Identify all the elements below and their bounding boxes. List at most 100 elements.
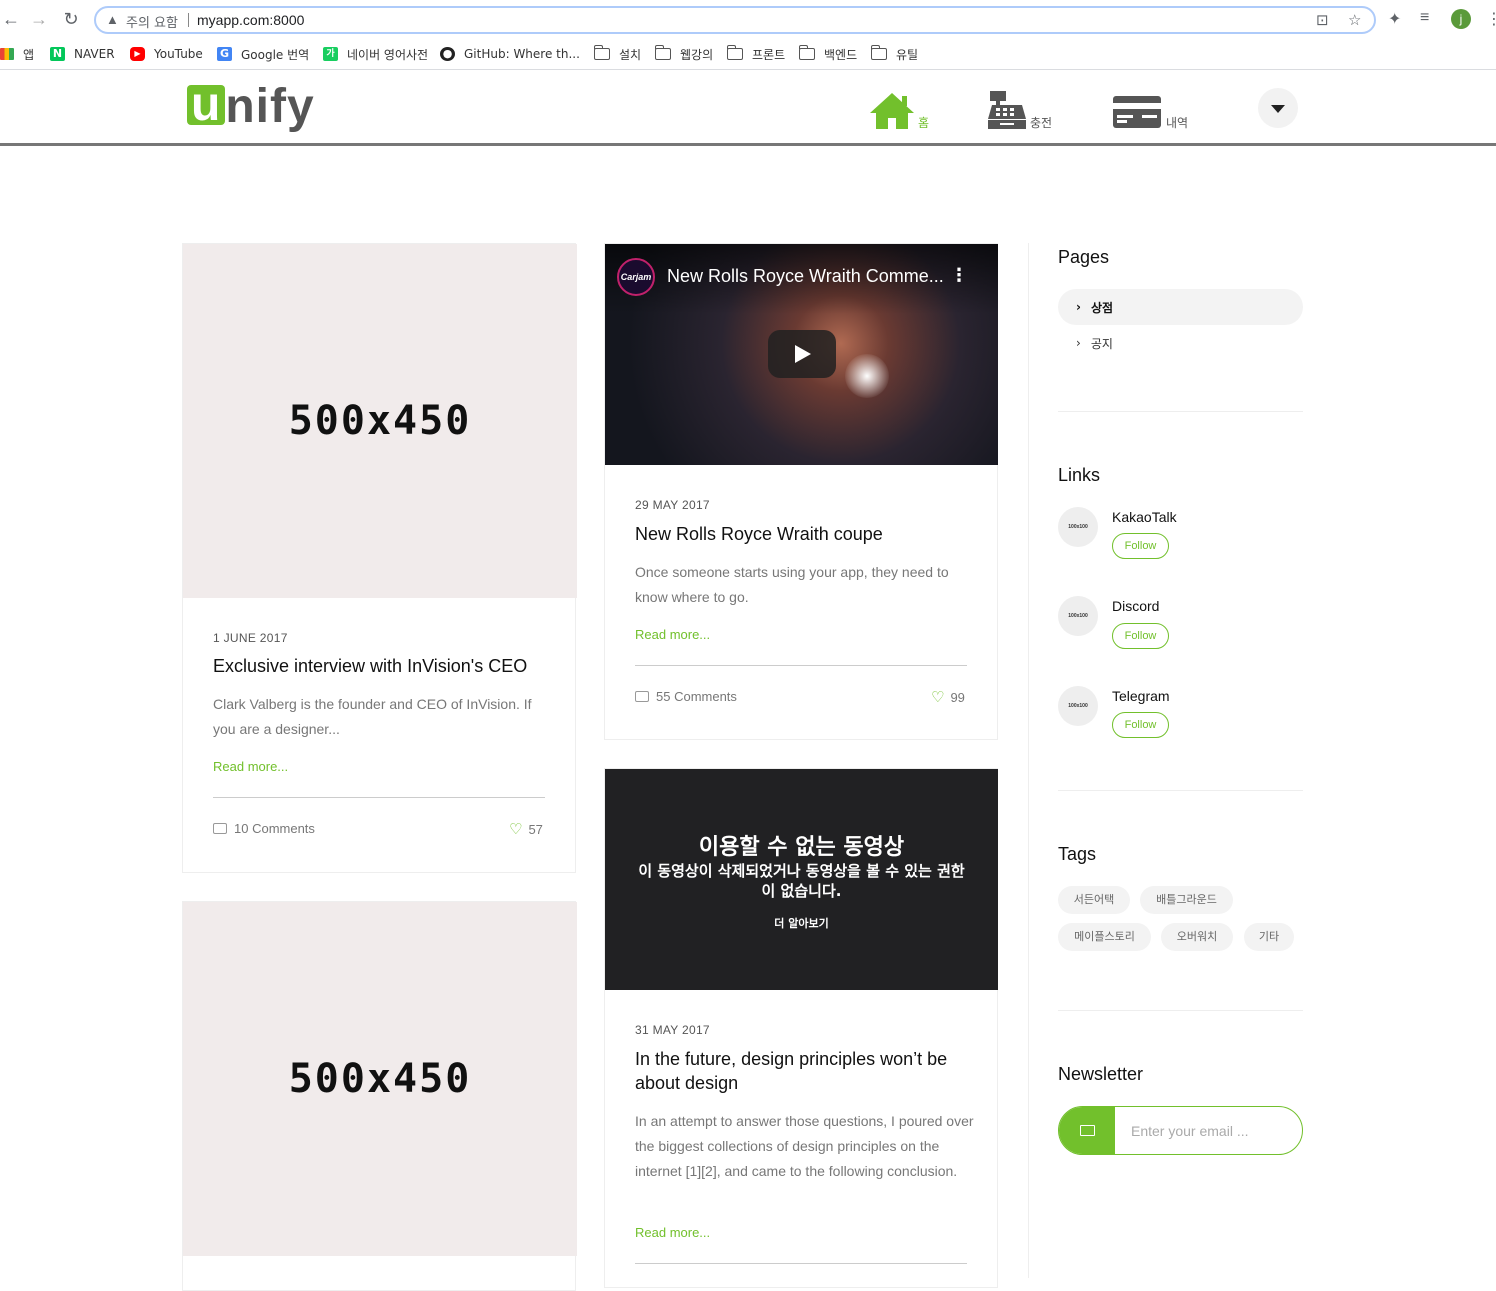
tag[interactable]: 기타 <box>1244 923 1294 951</box>
likes-button[interactable]: ♡ 57 <box>509 820 543 838</box>
bookmark-folder-backend[interactable]: 백엔드 <box>798 44 858 64</box>
envelope-icon <box>1080 1125 1095 1136</box>
divider <box>1058 1010 1303 1011</box>
bookmark-naver[interactable]: N NAVER <box>50 44 115 64</box>
nav-charge[interactable]: 충전 <box>986 87 1052 131</box>
channel-avatar[interactable]: Carjam <box>617 258 655 296</box>
newsletter-form <box>1058 1106 1303 1155</box>
address-bar[interactable]: ▲ 주의 요함 myapp.com:8000 ⊡ ☆ <box>94 6 1376 34</box>
folder-icon <box>654 45 671 60</box>
post-card: 500x450 <box>182 901 577 1291</box>
naver-icon: N <box>50 47 65 61</box>
bookmark-apps[interactable]: 앱 <box>0 44 34 64</box>
bookmark-folder-lectures[interactable]: 웹강의 <box>654 44 714 64</box>
bookmark-github[interactable]: ● GitHub: Where th... <box>440 44 580 64</box>
pages-heading: Pages <box>1058 247 1110 267</box>
translate-icon[interactable]: ⊡ <box>1316 11 1329 29</box>
post-card: 이용할 수 없는 동영상 이 동영상이 삭제되었거나 동영상을 볼 수 있는 권… <box>604 768 998 1288</box>
avatar: 100x100 <box>1058 507 1098 547</box>
post-title[interactable]: In the future, design principles won’t b… <box>635 1047 975 1095</box>
likes-count: 99 <box>950 689 965 705</box>
apps-grid-icon <box>0 48 14 60</box>
more-icon[interactable]: ⋮ <box>1486 9 1496 29</box>
link-name[interactable]: Telegram <box>1112 688 1170 704</box>
post-date: 31 MAY 2017 <box>635 1023 710 1037</box>
comments-icon <box>635 691 649 702</box>
warning-icon[interactable]: ▲ <box>106 12 119 27</box>
extensions-icon[interactable]: ✦ <box>1388 9 1401 29</box>
bookmark-google-translate[interactable]: G Google 번역 <box>217 44 309 64</box>
tags-heading: Tags <box>1058 844 1097 864</box>
post-title[interactable]: Exclusive interview with InVision's CEO <box>213 654 553 678</box>
newsletter-submit-button[interactable] <box>1059 1107 1115 1154</box>
post-date: 1 JUNE 2017 <box>213 631 288 645</box>
link-name[interactable]: Discord <box>1112 598 1159 614</box>
nav-history-label: 내역 <box>1166 116 1189 130</box>
bookmark-label: 설치 <box>619 47 642 62</box>
bookmark-label: 웹강의 <box>680 47 714 62</box>
reload-icon[interactable]: ↻ <box>60 8 82 30</box>
bookmark-label: 프론트 <box>752 47 786 62</box>
sidebar-divider <box>1028 243 1029 1278</box>
video-unavailable: 이용할 수 없는 동영상 이 동영상이 삭제되었거나 동영상을 볼 수 있는 권… <box>605 769 998 990</box>
read-more-link[interactable]: Read more... <box>635 627 710 642</box>
play-button[interactable] <box>768 330 836 378</box>
bookmark-folder-install[interactable]: 설치 <box>593 44 642 64</box>
sidebar-item-notice[interactable]: › 공지 <box>1058 325 1303 361</box>
read-more-link[interactable]: Read more... <box>635 1225 710 1240</box>
menu-dropdown-button[interactable] <box>1258 88 1298 128</box>
read-more-link[interactable]: Read more... <box>213 759 288 774</box>
github-icon: ● <box>440 47 455 61</box>
bookmark-label: 백엔드 <box>824 47 858 62</box>
comments-link[interactable]: 10 Comments <box>213 821 315 836</box>
post-image-placeholder[interactable]: 500x450 <box>183 902 577 1256</box>
video-more-icon[interactable]: ⋮ <box>950 266 968 284</box>
nav-history[interactable]: 내역 <box>1112 87 1188 131</box>
post-title[interactable]: New Rolls Royce Wraith coupe <box>635 522 975 546</box>
playlist-icon[interactable]: ≡ <box>1420 9 1429 27</box>
video-title[interactable]: New Rolls Royce Wraith Comme... <box>667 266 944 287</box>
nav-home[interactable]: 홈 <box>868 87 929 131</box>
forward-icon[interactable]: → <box>28 8 50 30</box>
tag[interactable]: 배틀그라운드 <box>1140 886 1233 914</box>
tag[interactable]: 오버워치 <box>1161 923 1233 951</box>
likes-button[interactable]: ♡ 99 <box>931 688 965 706</box>
back-icon[interactable]: ← <box>0 8 22 30</box>
bookmark-folder-utils[interactable]: 유틸 <box>870 44 918 64</box>
logo-text: nify <box>225 80 315 133</box>
profile-avatar[interactable]: j <box>1451 9 1471 29</box>
google-translate-icon: G <box>217 47 232 61</box>
avatar: 100x100 <box>1058 686 1098 726</box>
sidebar-item-label: 상점 <box>1090 300 1114 315</box>
divider <box>635 665 967 666</box>
comments-link[interactable]: 55 Comments <box>635 689 737 704</box>
bookmarks-bar: 앱 N NAVER ▶ YouTube G Google 번역 가 네이버 영어… <box>0 40 1496 70</box>
follow-button[interactable]: Follow <box>1112 712 1169 738</box>
divider <box>1058 790 1303 791</box>
youtube-embed[interactable]: Carjam New Rolls Royce Wraith Comme... ⋮ <box>605 244 998 465</box>
url-text[interactable]: myapp.com:8000 <box>197 12 304 28</box>
post-image-placeholder[interactable]: 500x450 <box>183 244 577 598</box>
sidebar-item-shop[interactable]: › 상점 <box>1058 289 1303 325</box>
folder-icon <box>798 45 815 60</box>
sidebar-item-label: 공지 <box>1090 336 1113 351</box>
bookmark-naver-dictionary[interactable]: 가 네이버 영어사전 <box>323 44 428 64</box>
heart-icon: ♡ <box>509 821 523 838</box>
post-card: Carjam New Rolls Royce Wraith Comme... ⋮… <box>604 243 998 740</box>
star-icon[interactable]: ☆ <box>1348 11 1361 29</box>
logo[interactable]: unify <box>187 79 315 134</box>
link-name[interactable]: KakaoTalk <box>1112 509 1177 525</box>
bookmark-folder-frontend[interactable]: 프론트 <box>726 44 786 64</box>
security-label[interactable]: 주의 요함 <box>126 12 178 31</box>
nav-home-label: 홈 <box>918 116 930 130</box>
bookmark-youtube[interactable]: ▶ YouTube <box>130 44 203 64</box>
follow-button[interactable]: Follow <box>1112 533 1169 559</box>
learn-more-link[interactable]: 더 알아보기 <box>605 915 998 931</box>
tag[interactable]: 메이플스토리 <box>1058 923 1151 951</box>
post-excerpt: Clark Valberg is the founder and CEO of … <box>213 696 532 737</box>
tag[interactable]: 서든어택 <box>1058 886 1130 914</box>
nav-charge-label: 충전 <box>1030 116 1053 130</box>
follow-button[interactable]: Follow <box>1112 623 1169 649</box>
avatar: 100x100 <box>1058 596 1098 636</box>
email-field[interactable] <box>1115 1107 1302 1154</box>
